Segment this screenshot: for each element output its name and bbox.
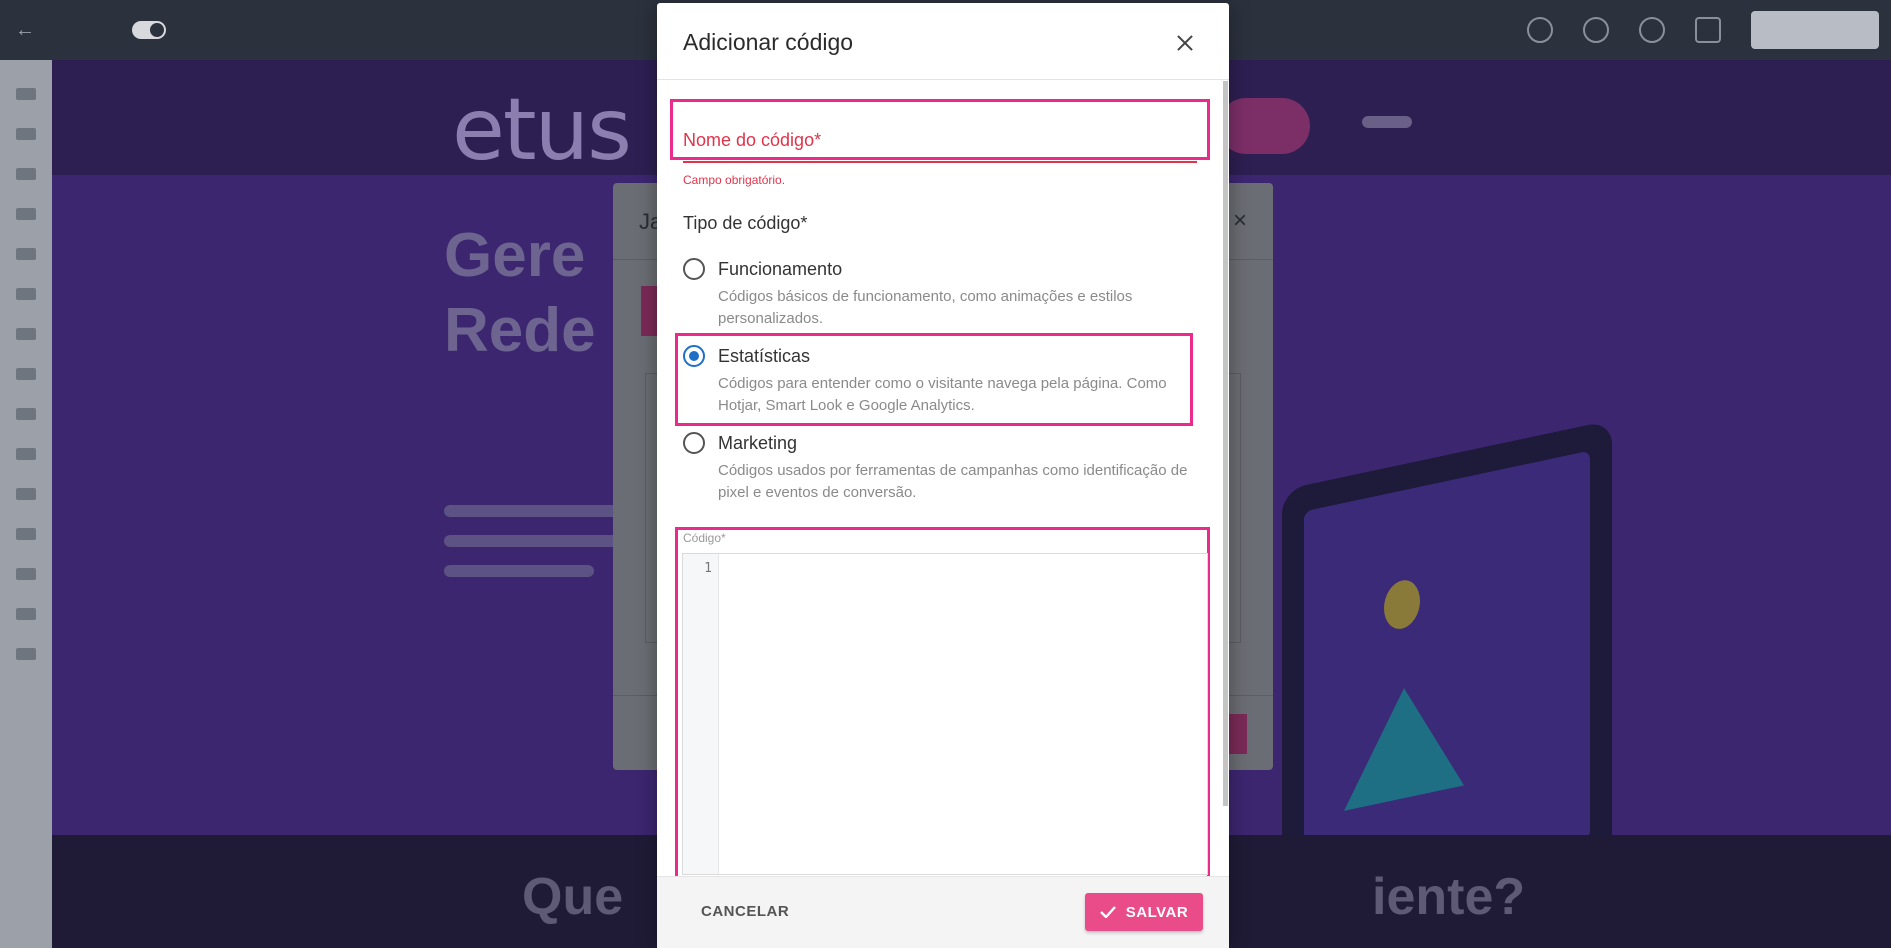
undo-icon [1527,17,1553,43]
radio-marketing[interactable] [683,432,705,454]
settings-icon [1639,17,1665,43]
nav-button-dimmed [1218,98,1310,154]
option-title: Estatísticas [718,346,811,366]
redo-icon [1583,17,1609,43]
option-marketing[interactable]: Marketing Códigos usados por ferramentas… [683,432,1203,502]
back-arrow-icon: ← [15,18,35,41]
preview-icon [1695,17,1721,43]
option-description: Códigos para entender como o visitante n… [718,375,1167,414]
radio-funcionamento[interactable] [683,258,705,280]
name-field-error: Campo obrigatório. [683,173,786,187]
close-icon[interactable] [1167,25,1203,61]
underlying-close-icon: × [1232,207,1247,234]
save-button[interactable]: SALVAR [1085,893,1203,931]
dialog-header: Adicionar código [657,3,1229,80]
publish-button-dimmed [1751,11,1879,49]
editor-left-toolbar [0,60,52,948]
dialog-title: Adicionar código [683,29,854,55]
line-number: 1 [704,561,712,576]
option-title: Marketing [718,433,798,453]
option-title: Funcionamento [718,259,843,279]
section-heading-fragment: iente? [1372,868,1526,926]
cancel-button[interactable]: CANCELAR [683,893,807,931]
line-number-gutter: 1 [683,554,719,874]
save-button-label: SALVAR [1125,903,1189,921]
name-field-underline [683,161,1197,163]
nav-link-dimmed [1362,116,1412,128]
option-funcionamento[interactable]: Funcionamento Códigos básicos de funcion… [683,258,1203,328]
hero-paragraph-line [444,565,594,577]
dialog-scrollbar[interactable] [1223,81,1228,806]
option-description: Códigos usados por ferramentas de campan… [718,462,1188,501]
brand-logo: etus [452,80,632,180]
code-editor[interactable]: 1 [682,553,1208,875]
code-name-input[interactable] [683,125,1197,161]
add-code-dialog: Adicionar código Nome do código* Campo o… [657,3,1229,948]
section-heading-fragment: Que [522,868,624,926]
code-field-label: Código* [683,531,726,545]
code-type-label: Tipo de código* [683,213,808,233]
option-estatisticas[interactable]: Estatísticas Códigos para entender como … [683,345,1203,415]
topbar-toggle [132,21,166,39]
dialog-footer: CANCELAR SALVAR [657,876,1229,948]
code-textarea[interactable] [720,554,1207,874]
check-icon [1099,906,1116,918]
hero-headline-line-1: Gere [444,221,586,290]
radio-estatisticas[interactable] [683,345,705,367]
hero-headline-line-2: Rede [444,296,596,365]
option-description: Códigos básicos de funcionamento, como a… [718,288,1133,327]
